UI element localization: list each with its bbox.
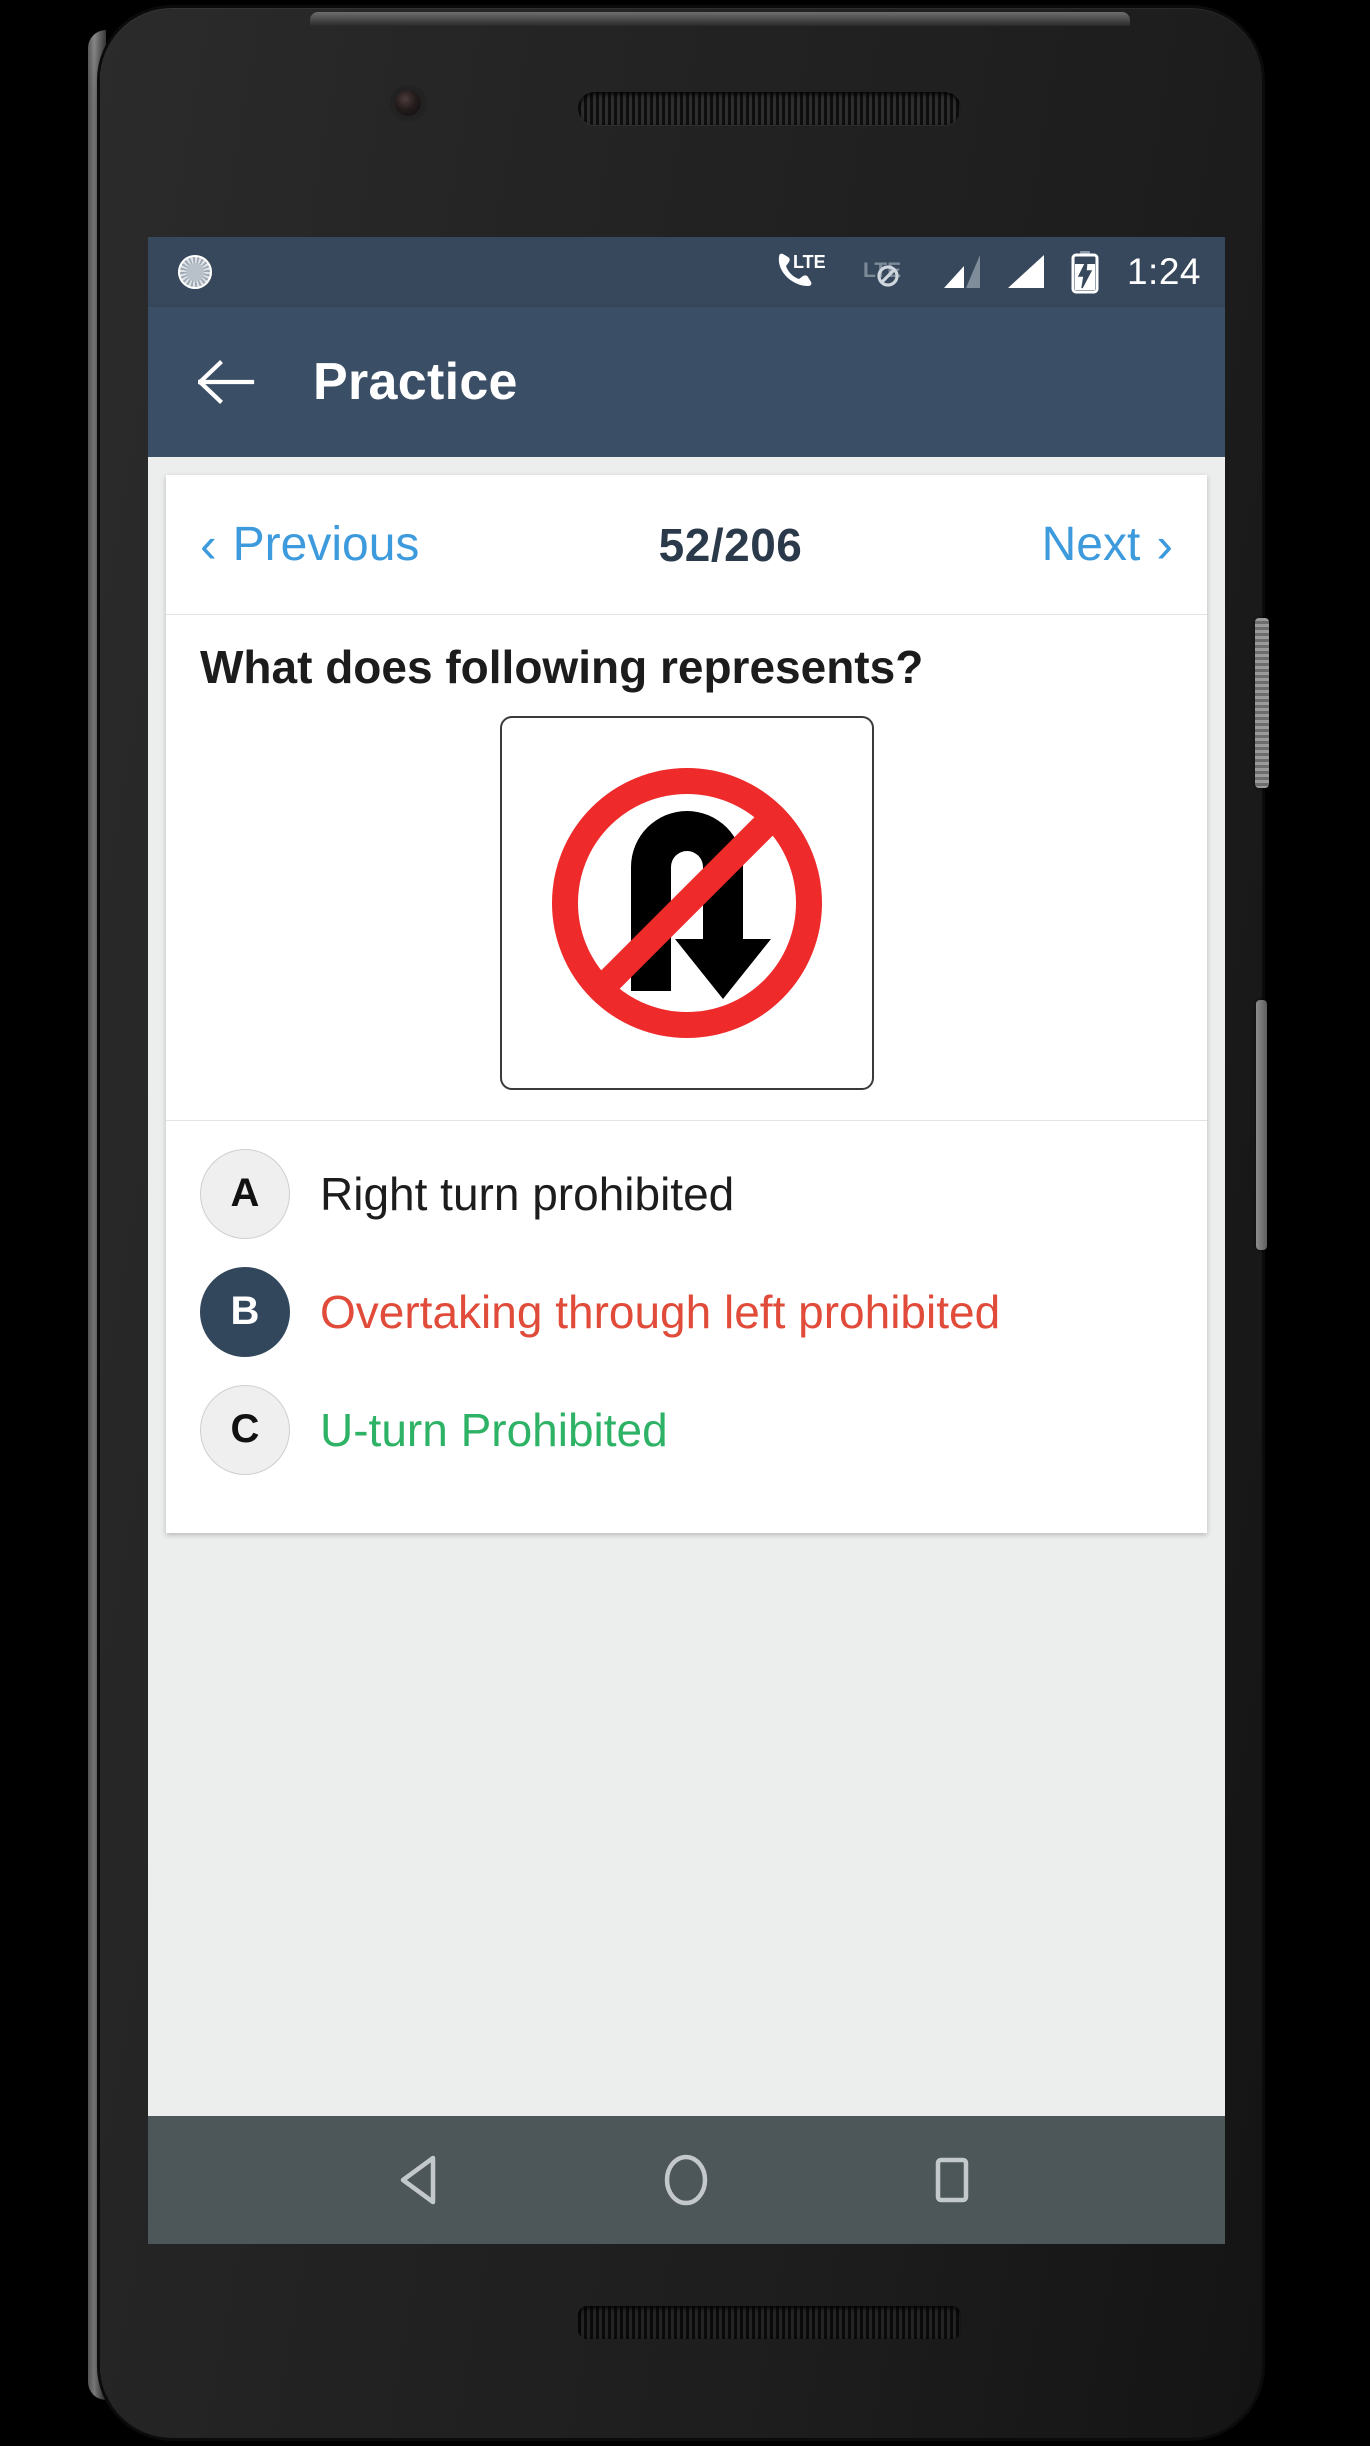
nav-recents-button[interactable]: [897, 2125, 1007, 2235]
chevron-right-icon: ›: [1156, 516, 1173, 573]
nav-back-button[interactable]: [366, 2125, 476, 2235]
option-text-b: Overtaking through left prohibited: [320, 1285, 1001, 1338]
next-button-label: Next: [1041, 518, 1141, 571]
back-button[interactable]: [196, 351, 258, 413]
next-question-button[interactable]: Next ›: [1042, 517, 1173, 572]
app-notification-icon: [178, 255, 212, 289]
quiz-card: ‹ Previous 52/206 Next › What does follo…: [166, 475, 1207, 1533]
volume-rocker-button[interactable]: [1256, 1000, 1267, 1250]
option-row-c[interactable]: C U-turn Prohibited: [166, 1371, 1207, 1489]
page-title: Practice: [313, 353, 518, 411]
option-row-a[interactable]: A Right turn prohibited: [166, 1135, 1207, 1253]
question-image-wrapper: [200, 715, 1173, 1090]
lte-disabled-icon: LTE: [863, 259, 901, 287]
status-bar-clock: 1:24: [1126, 251, 1201, 292]
status-bar-notifications: [178, 255, 212, 289]
triangle-left-icon: [400, 2155, 436, 2205]
nav-home-button[interactable]: [631, 2125, 741, 2235]
option-text-a: Right turn prohibited: [320, 1167, 735, 1220]
arrow-left-icon: [198, 360, 255, 404]
phone-top-edge: [310, 12, 1130, 26]
status-bar-system-icons: LTE LTE 1:24: [775, 250, 1201, 294]
phone-screen: LTE LTE 1:24 Practice ‹ Previous 52/206 …: [148, 237, 1225, 2244]
option-badge-c: C: [200, 1384, 290, 1475]
signal-bars-sim2-icon: [1007, 255, 1044, 288]
content-area: ‹ Previous 52/206 Next › What does follo…: [148, 457, 1225, 2116]
app-bar: Practice: [148, 307, 1225, 457]
previous-button-label: Previous: [232, 518, 420, 571]
earpiece-speaker-grille: [578, 92, 961, 125]
quiz-navigation-row: ‹ Previous 52/206 Next ›: [166, 475, 1207, 615]
power-button[interactable]: [1255, 618, 1269, 788]
phone-lte-icon: LTE: [778, 252, 826, 286]
options-list: A Right turn prohibited B Overtaking thr…: [166, 1121, 1207, 1533]
option-badge-a: A: [200, 1148, 290, 1239]
option-text-c: U-turn Prohibited: [320, 1403, 668, 1456]
question-counter: 52/206: [658, 518, 803, 571]
system-navigation-bar: [148, 2116, 1225, 2244]
previous-question-button[interactable]: ‹ Previous: [200, 517, 419, 572]
no-u-turn-sign: [551, 767, 822, 1038]
front-camera-icon: [395, 90, 421, 116]
signal-bars-sim1-icon: [943, 255, 980, 288]
status-bar: LTE LTE 1:24: [148, 237, 1225, 307]
square-icon: [935, 2157, 969, 2203]
svg-text:LTE: LTE: [793, 252, 826, 272]
option-row-b[interactable]: B Overtaking through left prohibited: [166, 1253, 1207, 1371]
question-block: What does following represents?: [166, 615, 1207, 1121]
option-badge-b: B: [200, 1266, 290, 1357]
bottom-speaker-grille: [578, 2306, 961, 2339]
question-text: What does following represents?: [200, 641, 924, 693]
circle-icon: [665, 2154, 708, 2206]
battery-charging-icon: [1071, 251, 1099, 294]
chevron-left-icon: ‹: [200, 516, 217, 573]
question-image-frame: [499, 715, 874, 1090]
